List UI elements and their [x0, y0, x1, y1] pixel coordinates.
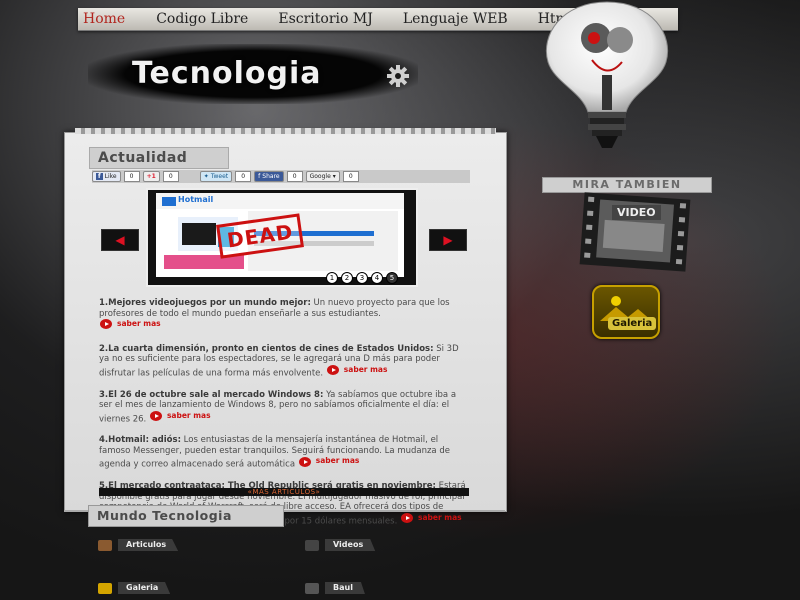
article-item: 3.El 26 de octubre sale al mercado Windo…: [99, 390, 471, 425]
saber-mas-link[interactable]: saber mas: [326, 365, 387, 376]
category-label: Galeria: [118, 582, 171, 594]
play-icon: [149, 410, 162, 421]
nav-codigo-libre[interactable]: Codigo Libre: [156, 11, 248, 27]
book-icon: [98, 539, 112, 551]
slider-dot-5[interactable]: 5: [386, 272, 398, 284]
mas-articulos-link[interactable]: «MAS ARTICULOS»: [99, 488, 469, 496]
chevron-left-icon: ◀: [115, 233, 125, 247]
tweet-button[interactable]: ✦ Tweet: [199, 171, 233, 182]
site-title: Tecnologia: [132, 56, 322, 91]
category-label: Videos: [325, 539, 376, 551]
mundo-tecnologia-heading: Mundo Tecnologia: [88, 505, 284, 527]
article-item: 1.Mejores videojuegos por un mundo mejor…: [99, 298, 471, 333]
social-share-bar: f Like 0 +1 0 ✦ Tweet 0 f Share 0 Google ▾ 0: [92, 170, 470, 183]
slider-dot-1[interactable]: 1: [326, 272, 338, 284]
article-item: 2.La cuarta dimensión, pronto en cientos…: [99, 344, 471, 379]
google-plus-count: 0: [162, 171, 179, 182]
slider-prev-button[interactable]: ◀: [101, 229, 139, 251]
chevron-right-icon: ▶: [443, 233, 453, 247]
article-title[interactable]: 1.Mejores videojuegos por un mundo mejor…: [99, 298, 311, 308]
play-icon: [326, 365, 339, 375]
nav-lenguaje-web[interactable]: Lenguaje WEB: [403, 11, 508, 27]
google-bookmark-button[interactable]: Google ▾: [305, 171, 340, 182]
slider-dot-3[interactable]: 3: [356, 272, 368, 284]
twitter-icon: ✦: [203, 173, 209, 180]
share-count: 0: [286, 171, 303, 182]
hotmail-logo: Hotmail: [178, 195, 214, 204]
play-icon: [400, 512, 413, 523]
lightbulb-illustration: [546, 1, 668, 148]
slider-next-button[interactable]: ▶: [429, 229, 467, 251]
facebook-share-button[interactable]: f Share: [254, 171, 284, 182]
nav-home[interactable]: Home: [83, 11, 125, 27]
facebook-like-count: 0: [123, 171, 140, 182]
actualidad-heading: Actualidad: [89, 147, 229, 169]
article-title[interactable]: 2.La cuarta dimensión, pronto en cientos…: [99, 344, 434, 354]
google-plus-button[interactable]: +1: [142, 171, 160, 182]
article-title[interactable]: 3.El 26 de octubre sale al mercado Windo…: [99, 390, 323, 400]
article-title[interactable]: 4.Hotmail: adiós:: [99, 435, 181, 445]
facebook-like-button[interactable]: f Like: [92, 171, 121, 182]
picture-icon: [98, 582, 112, 594]
category-articulos[interactable]: Articulos: [98, 538, 179, 552]
slider-pagination: 1 2 3 4 5: [326, 272, 398, 284]
mira-tambien-heading: MIRA TAMBIEN: [542, 177, 712, 193]
facebook-icon: f: [258, 173, 261, 180]
gallery-label: Galeria: [608, 317, 657, 330]
chevron-down-icon: ▾: [332, 173, 336, 180]
slider-dot-4[interactable]: 4: [371, 272, 383, 284]
nav-escritorio-mj[interactable]: Escritorio MJ: [278, 11, 372, 27]
play-icon: [298, 456, 311, 467]
category-label: Articulos: [118, 539, 179, 551]
saber-mas-link[interactable]: saber mas: [400, 512, 462, 524]
category-label: Baul: [325, 582, 365, 594]
category-baul[interactable]: Baul: [305, 581, 365, 595]
play-icon: [100, 319, 112, 330]
saber-mas-link[interactable]: saber mas: [149, 410, 211, 422]
article-item: 4.Hotmail: adiós: Los entusiastas de la …: [99, 435, 471, 470]
google-bookmark-count: 0: [342, 171, 359, 182]
category-galeria[interactable]: Galeria: [98, 581, 171, 595]
video-label: VIDEO: [612, 205, 661, 220]
tweet-count: 0: [235, 171, 252, 182]
article-list: 1.Mejores videojuegos por un mundo mejor…: [99, 298, 471, 537]
gallery-thumbnail[interactable]: [592, 285, 660, 339]
category-videos[interactable]: Videos: [305, 538, 376, 552]
video-thumbnail[interactable]: [578, 192, 692, 272]
chest-icon: [305, 582, 319, 594]
saber-mas-link[interactable]: saber mas: [298, 456, 359, 467]
gear-icon: [387, 65, 409, 87]
slider-dot-2[interactable]: 2: [341, 272, 353, 284]
saber-mas-link[interactable]: saber mas: [100, 319, 161, 330]
video-icon: [305, 539, 319, 551]
